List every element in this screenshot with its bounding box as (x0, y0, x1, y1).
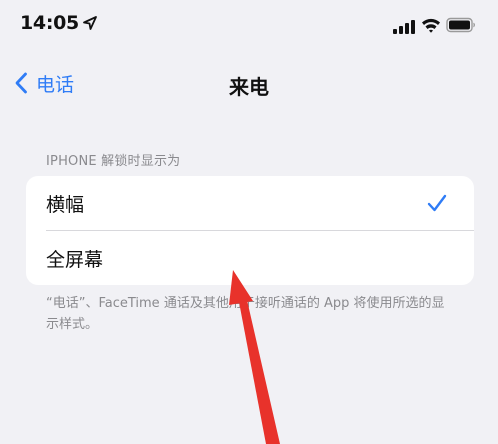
location-arrow-icon (83, 16, 97, 30)
option-banner[interactable]: 横幅 (26, 176, 474, 230)
status-bar: 14:05 (0, 0, 498, 52)
wifi-icon (422, 18, 440, 33)
navigation-bar: 电话 来电 (0, 60, 498, 104)
option-full-screen[interactable]: 全屏幕 (26, 231, 474, 285)
option-full-screen-label: 全屏幕 (46, 248, 104, 271)
page-title: 来电 (229, 75, 269, 99)
section-header: IPHONE 解锁时显示为 (46, 154, 181, 169)
status-time: 14:05 (20, 12, 79, 34)
section-footer: “电话”、FaceTime 通话及其他用于接听通话的 App 将使用所选的显示样… (46, 296, 445, 332)
option-banner-label: 横幅 (46, 193, 85, 216)
checkmark-icon (427, 194, 447, 212)
display-style-group: 横幅 全屏幕 (26, 176, 474, 285)
battery-icon (446, 17, 475, 33)
cellular-signal-icon (393, 20, 415, 34)
